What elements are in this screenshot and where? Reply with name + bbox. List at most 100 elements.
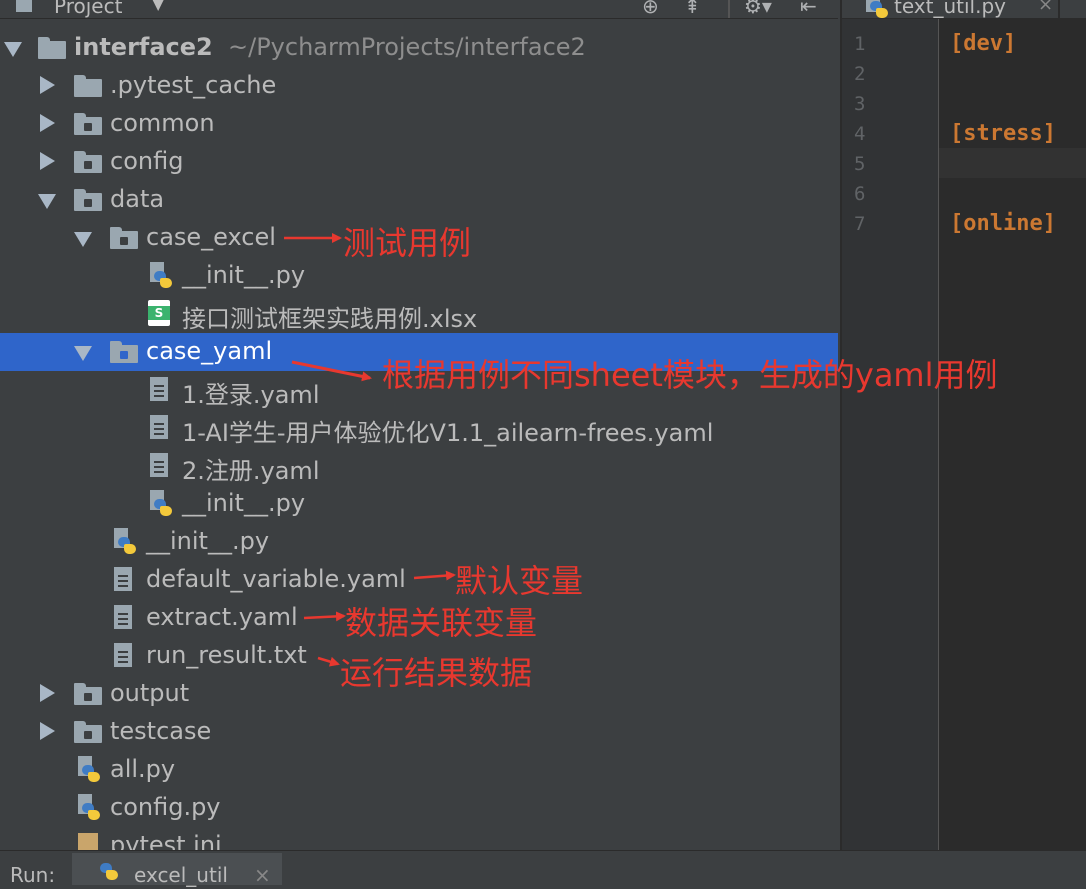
project-view-icon	[16, 0, 32, 12]
locate-icon[interactable]: ⊕	[642, 0, 659, 18]
editor-tab-bar: text_util.py ×	[842, 0, 1086, 19]
tree-item-label: run_result.txt	[146, 641, 307, 669]
line-number: 6	[854, 183, 866, 205]
expand-arrow-icon[interactable]	[40, 684, 55, 702]
python-run-icon	[96, 861, 122, 889]
tree-item-label: all.py	[110, 755, 176, 783]
tree-item-label: 2.注册.yaml	[182, 457, 320, 485]
code-line[interactable]: [online]	[950, 211, 1056, 236]
toolbar-separator	[728, 0, 730, 18]
line-number: 3	[854, 93, 866, 115]
tree-item-label: case_yaml	[146, 337, 273, 365]
tree-item-label: testcase	[110, 717, 212, 745]
yaml-file-icon	[150, 377, 168, 401]
tree-item-label: default_variable.yaml	[146, 565, 406, 593]
yaml-file-icon	[150, 415, 168, 439]
python-file-icon	[148, 490, 174, 518]
yaml-file-icon	[114, 605, 132, 629]
annotation-default-variable: 默认变量	[455, 562, 584, 600]
package-folder-icon	[74, 189, 102, 211]
expand-arrow-icon[interactable]	[40, 114, 55, 132]
tree-item-config-py[interactable]: config.py	[0, 789, 838, 827]
line-number: 2	[854, 63, 866, 85]
tree-item-label: config	[110, 147, 184, 175]
tree-item-label: config.py	[110, 793, 221, 821]
folder-icon	[38, 37, 66, 59]
tree-item-case-yaml-init[interactable]: __init__.py	[0, 485, 838, 523]
tree-item-ai-yaml[interactable]: 1-AI学生-用户体验优化V1.1_ailearn-frees.yaml	[0, 409, 838, 447]
python-file-icon	[864, 0, 890, 20]
package-folder-icon	[110, 227, 138, 249]
tree-item-label: 1-AI学生-用户体验优化V1.1_ailearn-frees.yaml	[182, 419, 714, 447]
tree-item-label: 接口测试框架实践用例.xlsx	[182, 305, 478, 333]
tree-item-label: extract.yaml	[146, 603, 298, 631]
tree-item-xlsx[interactable]: S 接口测试框架实践用例.xlsx	[0, 295, 838, 333]
spreadsheet-file-icon: S	[148, 300, 170, 326]
close-icon[interactable]: ×	[254, 863, 271, 887]
tree-item-label: .pytest_cache	[110, 71, 277, 99]
package-folder-icon	[74, 683, 102, 705]
package-folder-icon	[74, 721, 102, 743]
folder-icon	[74, 75, 102, 97]
expand-arrow-icon[interactable]	[74, 346, 92, 361]
tree-item-label: __init__.py	[182, 489, 306, 517]
annotation-case-excel: 测试用例	[343, 224, 472, 262]
tree-item-label: 1.登录.yaml	[182, 381, 320, 409]
tree-root-path: ~/PycharmProjects/interface2	[228, 33, 586, 61]
line-number-gutter: 1 2 3 4 5 6 7	[842, 0, 939, 850]
tree-root-label: interface2	[74, 33, 213, 61]
tree-item-label: data	[110, 185, 165, 213]
collapse-all-icon[interactable]: ⇞	[684, 0, 701, 18]
expand-arrow-icon[interactable]	[38, 194, 56, 209]
line-number: 4	[854, 123, 866, 145]
editor-tab-text-util[interactable]: text_util.py ×	[856, 0, 1062, 18]
expand-arrow-icon[interactable]	[74, 232, 92, 247]
tree-item-config[interactable]: config	[0, 143, 838, 181]
project-panel: Project ▼ ⊕ ⇞ ⚙▾ ⇤ interface2 ~/PycharmP…	[0, 0, 838, 850]
line-number: 7	[854, 213, 866, 235]
tree-item-label: pytest.ini	[110, 831, 222, 850]
yaml-file-icon	[150, 453, 168, 477]
ini-file-icon	[78, 833, 98, 850]
tree-item-register-yaml[interactable]: 2.注册.yaml	[0, 447, 838, 485]
line-number: 5	[854, 153, 866, 175]
tree-item-pytest-cache[interactable]: .pytest_cache	[0, 67, 838, 105]
project-view-selector[interactable]: Project	[54, 0, 122, 18]
hide-panel-icon[interactable]: ⇤	[800, 0, 817, 18]
code-line[interactable]: [stress]	[950, 121, 1056, 146]
run-tab-excel-util[interactable]: excel_util ×	[72, 853, 282, 887]
code-line[interactable]: [dev]	[950, 31, 1016, 56]
gear-icon[interactable]: ⚙▾	[744, 0, 772, 18]
tab-separator	[1058, 0, 1060, 18]
run-tab-label: excel_util	[134, 863, 228, 887]
tree-root-interface2[interactable]: interface2 ~/PycharmProjects/interface2	[0, 29, 838, 67]
yaml-file-icon	[114, 567, 132, 591]
tree-item-label: __init__.py	[182, 261, 306, 289]
python-file-icon	[148, 262, 174, 290]
editor-tab-label: text_util.py	[894, 0, 1006, 18]
tree-item-pytest-ini[interactable]: pytest.ini	[0, 827, 838, 850]
tree-item-label: common	[110, 109, 215, 137]
tree-item-all-py[interactable]: all.py	[0, 751, 838, 789]
chevron-down-icon[interactable]: ▼	[152, 0, 164, 13]
python-file-icon	[76, 756, 102, 784]
annotation-run-result: 运行结果数据	[340, 654, 533, 692]
text-file-icon	[114, 643, 132, 667]
tree-item-common[interactable]: common	[0, 105, 838, 143]
expand-arrow-icon[interactable]	[4, 42, 22, 57]
tree-item-testcase[interactable]: testcase	[0, 713, 838, 751]
expand-arrow-icon[interactable]	[40, 76, 55, 94]
expand-arrow-icon[interactable]	[40, 152, 55, 170]
bottom-tool-bar: Run: excel_util ×	[0, 850, 1086, 887]
tree-item-label: __init__.py	[146, 527, 270, 555]
python-file-icon	[76, 794, 102, 822]
project-panel-header: Project ▼ ⊕ ⇞ ⚙▾ ⇤	[0, 0, 838, 19]
annotation-case-yaml: 根据用例不同sheet模块，生成的yaml用例	[382, 356, 998, 394]
line-number: 1	[854, 33, 866, 55]
close-icon[interactable]: ×	[1038, 0, 1053, 15]
tree-item-data-init[interactable]: __init__.py	[0, 523, 838, 561]
tree-item-label: case_excel	[146, 223, 276, 251]
expand-arrow-icon[interactable]	[40, 722, 55, 740]
tree-item-default-variable[interactable]: default_variable.yaml	[0, 561, 838, 599]
tree-item-data[interactable]: data	[0, 181, 838, 219]
